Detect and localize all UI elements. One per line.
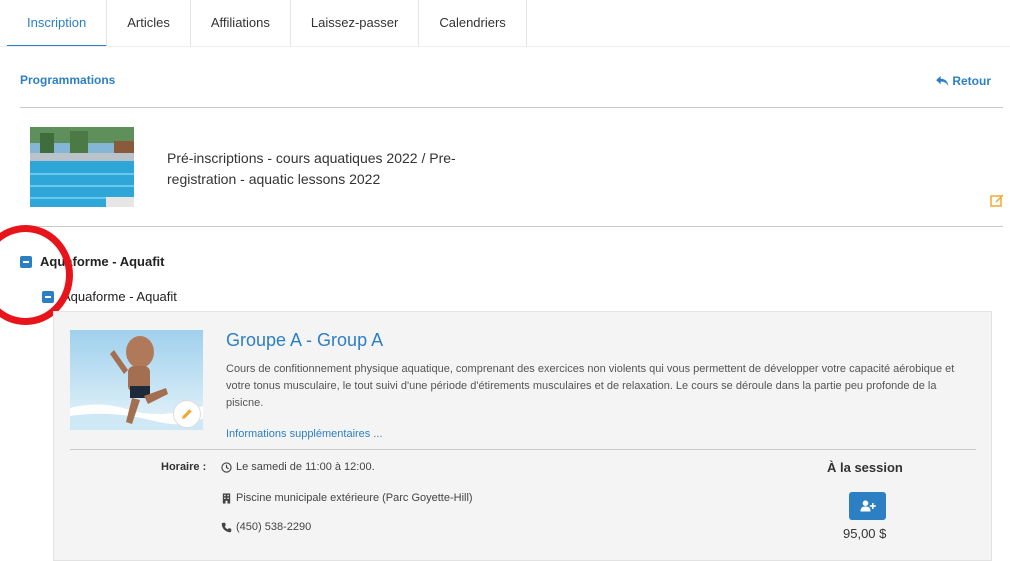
- highlight-circle: [0, 225, 73, 325]
- retour-label: Retour: [952, 74, 991, 88]
- location-line: Piscine municipale extérieure (Parc Goye…: [221, 492, 473, 504]
- pencil-icon: [182, 409, 192, 419]
- user-plus-icon: [860, 500, 876, 512]
- course-description: Cours de confitionnement physique aquati…: [226, 363, 955, 409]
- tab-inscription[interactable]: Inscription: [7, 0, 108, 47]
- tab-calendriers[interactable]: Calendriers: [419, 0, 527, 46]
- add-participant-button[interactable]: [849, 492, 886, 520]
- clock-icon: [221, 461, 232, 473]
- more-info-link[interactable]: Informations supplémentaires ...: [226, 428, 383, 440]
- phone-icon: [221, 522, 232, 532]
- divider: [20, 107, 1003, 108]
- phone-line: (450) 538-2290: [221, 521, 311, 533]
- reply-arrow-icon: [936, 75, 949, 86]
- horaire-label: Horaire :: [161, 461, 207, 473]
- course-title[interactable]: Groupe A - Group A: [226, 330, 383, 351]
- phone-text: (450) 538-2290: [236, 521, 312, 533]
- edit-image-button[interactable]: [173, 400, 201, 428]
- price: 95,00 $: [843, 526, 887, 541]
- course-image: [70, 330, 203, 430]
- tab-divider: [0, 46, 1010, 47]
- card-divider: [70, 449, 976, 450]
- edit-icon[interactable]: [990, 193, 1004, 207]
- retour-button[interactable]: Retour: [936, 74, 991, 88]
- location-text: Piscine municipale extérieure (Parc Goye…: [236, 492, 473, 504]
- subcategory-label: Aquaforme - Aquafit: [62, 289, 177, 304]
- divider: [20, 226, 1003, 227]
- tab-affiliations[interactable]: Affiliations: [190, 0, 291, 46]
- programmations-link[interactable]: Programmations: [20, 73, 115, 87]
- schedule-text: Le samedi de 11:00 à 12:00.: [236, 461, 375, 473]
- tab-laissez-passer[interactable]: Laissez-passer: [290, 0, 420, 46]
- pool-image: [30, 127, 134, 207]
- tab-articles[interactable]: Articles: [107, 0, 191, 46]
- schedule-line: Le samedi de 11:00 à 12:00.: [221, 461, 375, 473]
- tab-bar: Inscription Articles Affiliations Laisse…: [7, 0, 527, 47]
- building-icon: [222, 492, 231, 504]
- course-card: Groupe A - Group A Cours de confitionnem…: [53, 311, 992, 561]
- program-title: Pré-inscriptions - cours aquatiques 2022…: [167, 150, 456, 187]
- session-label: À la session: [827, 460, 903, 475]
